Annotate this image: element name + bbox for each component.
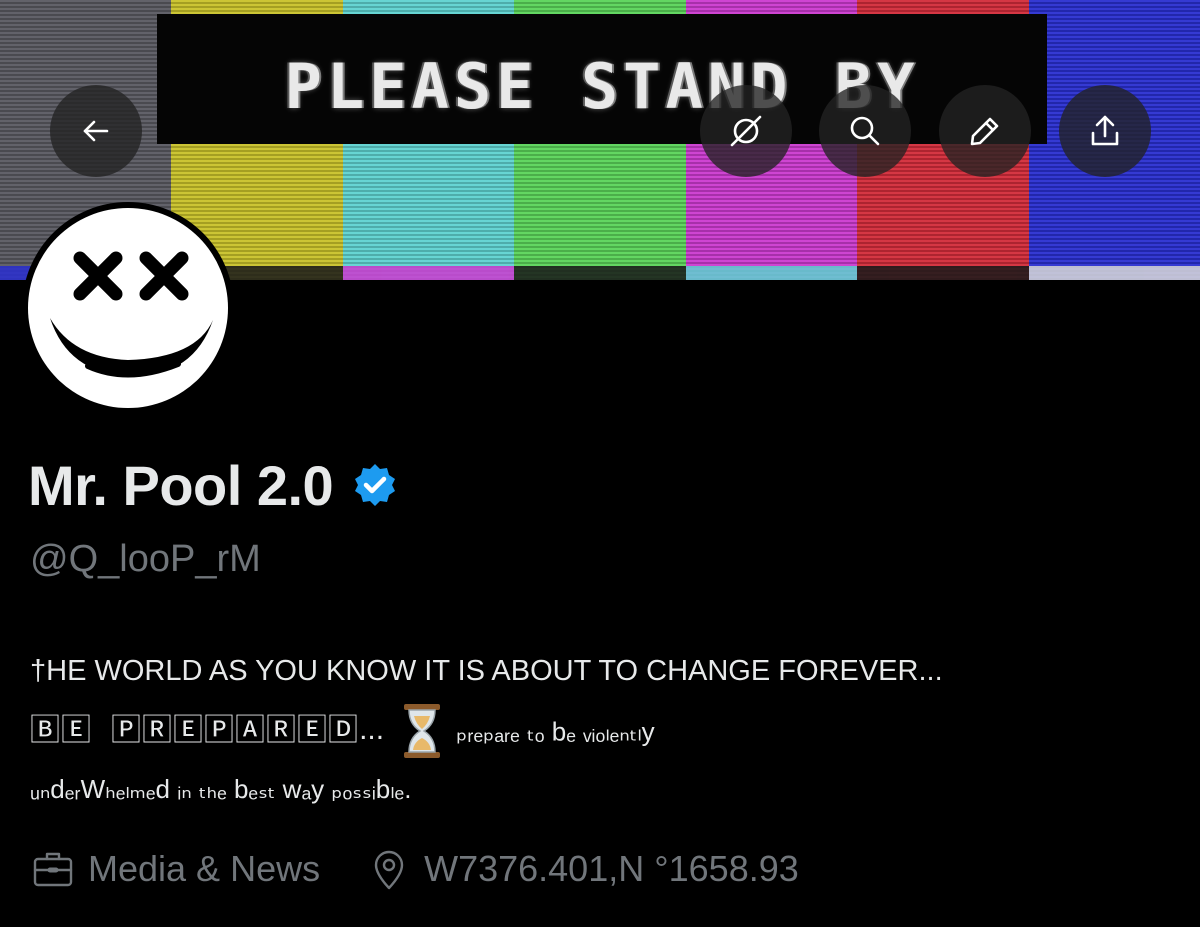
smiley-face-icon — [50, 251, 213, 378]
category-label: Media & News — [88, 848, 321, 889]
search-icon — [850, 116, 880, 146]
avatar-image — [28, 208, 228, 408]
search-button[interactable] — [819, 85, 911, 177]
bio-ellipsis: ... — [359, 713, 385, 746]
location-item: W7376.401,N °1658.93 — [366, 846, 799, 892]
briefcase-icon — [33, 852, 73, 887]
pencil-icon — [970, 117, 999, 146]
standby-text: PLEASE STAND BY — [284, 50, 920, 123]
hourglass-icon — [404, 704, 441, 759]
bio-line: 🄱🄴 🄿🅁🄴🄿🄰🅁🄴🄳... ₚᵣₑₚₐᵣₑ ₜₒ bₑ ᵥᵢₒₗₑₙₜₗy — [30, 699, 1180, 761]
verified-badge-icon[interactable] — [351, 461, 399, 509]
category-item: Media & News — [30, 846, 320, 892]
display-name: Mr. Pool 2.0 — [28, 453, 334, 517]
back-button[interactable] — [50, 85, 142, 177]
avatar[interactable] — [22, 202, 234, 414]
location-pin-icon — [374, 850, 404, 890]
arrow-left-icon — [83, 120, 109, 142]
share-icon — [1091, 115, 1119, 146]
user-handle: @Q_looP_rM — [30, 538, 261, 580]
bio-line: ᵤₙdₑᵣWₕₑₗₘₑd ᵢₙ ₜₕₑ bₑₛₜ wₐy ₚₒₛₛᵢbₗₑ. — [30, 774, 412, 804]
display-name-row: Mr. Pool 2.0 — [28, 450, 399, 520]
share-button[interactable] — [1059, 85, 1151, 177]
bio-boxed-text: 🄱🄴 🄿🅁🄴🄿🄰🅁🄴🄳 — [30, 713, 360, 749]
standby-box: PLEASE STAND BY — [157, 14, 1047, 144]
grok-icon — [730, 115, 762, 147]
edit-button[interactable] — [939, 85, 1031, 177]
bio-tail-text: ₚᵣₑₚₐᵣₑ ₜₒ bₑ ᵥᵢₒₗₑₙₜₗy — [456, 716, 655, 747]
bio-line: †HE WORLD AS YOU KNOW IT IS ABOUT TO CHA… — [30, 655, 943, 687]
grok-button[interactable] — [700, 85, 792, 177]
location-label: W7376.401,N °1658.93 — [424, 848, 799, 889]
profile-bio: †HE WORLD AS YOU KNOW IT IS ABOUT TO CHA… — [30, 645, 1180, 817]
profile-meta: Media & News W7376.401,N °1658.93 — [30, 846, 799, 892]
